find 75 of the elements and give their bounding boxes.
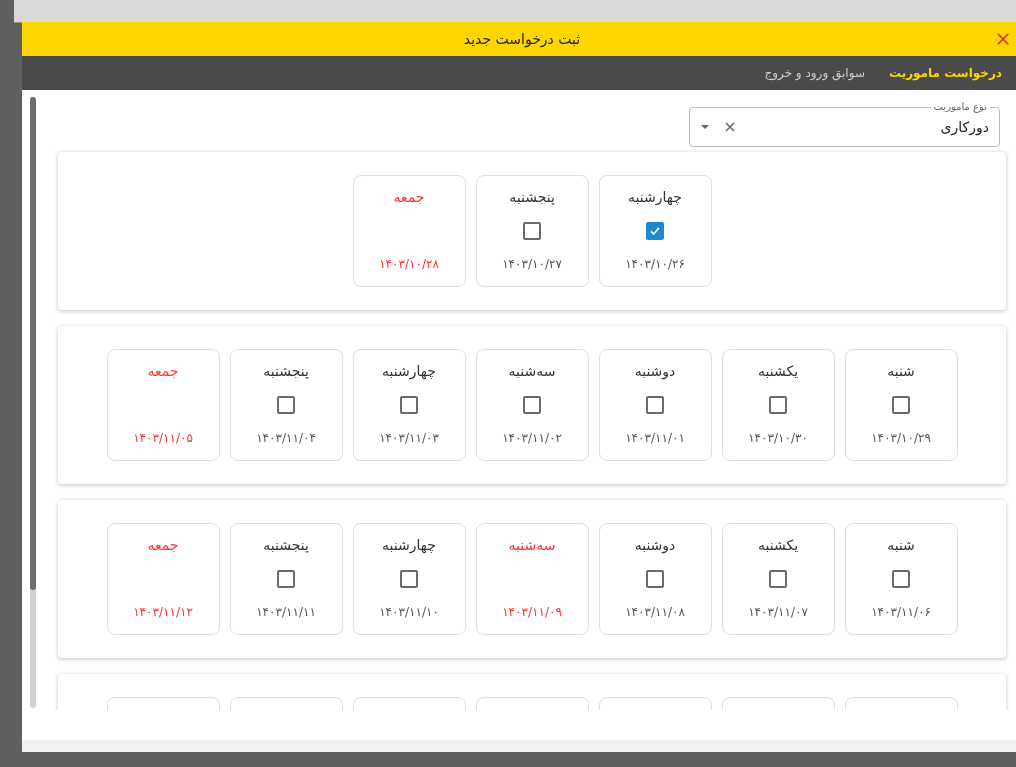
day-date: ۱۴۰۳/۱۰/۲۷ — [502, 256, 562, 272]
day-name: چهارشنبه — [382, 536, 436, 554]
tab[interactable]: درخواست ماموریت — [888, 66, 1002, 80]
field-value: دورکاری — [939, 119, 989, 135]
checkbox[interactable] — [523, 222, 541, 240]
day-date: ۱۴۰۳/۱۱/۱۱ — [256, 604, 316, 620]
scrollbar-thumb[interactable] — [30, 97, 36, 590]
day-tile[interactable]: شنبه ۱۴۰۳/۱۰/۲۹ — [844, 349, 958, 461]
day-name: شنبه — [887, 536, 915, 554]
day-tile[interactable]: پنجشنبه ۱۴۰۳/۱۱/۱۱ — [229, 523, 343, 635]
day-name: پنجشنبه — [263, 362, 309, 380]
day-tile[interactable]: جمعه ۱۴۰۳/۱۱/۰۵ — [106, 349, 220, 461]
day-tile[interactable]: چهارشنبه ۱۴۰۳/۱۱/۰۳ — [352, 349, 466, 461]
day-tile[interactable]: جمعه ۱۴۰۳/۱۰/۲۸ — [352, 175, 466, 287]
day-name: پنجشنبه — [263, 536, 309, 554]
day-date: ۱۴۰۳/۱۱/۰۸ — [625, 604, 685, 620]
day-date: ۱۴۰۳/۱۱/۰۲ — [502, 430, 562, 446]
day-tile[interactable]: سه‌شنبه ۱۴۰۳/۱۱/۰۲ — [475, 349, 589, 461]
day-tile[interactable]: سه‌شنبه ۱۴۰۳/۱۱/۰۹ — [475, 523, 589, 635]
day-tile[interactable]: چهارشنبه ۱۴۰۳/۱۱/۱۰ — [352, 523, 466, 635]
day-name: یکشنبه — [757, 536, 799, 554]
day-tile[interactable]: پنجشنبه ۱۴۰۳/۱۰/۲۷ — [475, 175, 589, 287]
day-date: ۱۴۰۳/۱۱/۰۳ — [379, 430, 439, 446]
day-name: دوشنبه — [634, 536, 676, 554]
checkbox[interactable] — [646, 222, 664, 240]
checkbox[interactable] — [769, 396, 787, 414]
day-date: ۱۴۰۳/۱۰/۲۹ — [871, 430, 931, 446]
checkbox[interactable] — [400, 570, 418, 588]
day-tile[interactable]: چهارشنبه ۱۴۰۳/۱۰/۲۶ — [598, 175, 712, 287]
day-date: ۱۴۰۳/۱۱/۰۹ — [502, 604, 562, 620]
caret-icon[interactable] — [700, 124, 710, 130]
mission-type-select[interactable]: نوع ماموریت دورکاری — [689, 99, 1000, 147]
day-date: ۱۴۰۳/۱۱/۰۵ — [133, 430, 193, 446]
day-date: ۱۴۰۳/۱۱/۱۰ — [379, 604, 439, 620]
day-tile[interactable]: یکشنبه ۱۴۰۳/۱۱/۰۷ — [721, 523, 835, 635]
day-name: پنجشنبه — [509, 188, 555, 206]
checkbox[interactable] — [523, 396, 541, 414]
clear-icon[interactable] — [724, 121, 736, 133]
day-date: ۱۴۰۳/۱۰/۲۶ — [625, 256, 685, 272]
day-tile[interactable]: جمعه ۱۴۰۳/۱۱/۱۲ — [106, 523, 220, 635]
day-name: یکشنبه — [757, 362, 799, 380]
close-icon[interactable] — [996, 32, 1010, 46]
day-name: دوشنبه — [634, 362, 676, 380]
day-name: جمعه — [393, 188, 425, 206]
day-date: ۱۴۰۳/۱۰/۲۸ — [379, 256, 439, 272]
day-name: شنبه — [887, 362, 915, 380]
checkbox[interactable] — [277, 396, 295, 414]
checkbox[interactable] — [892, 570, 910, 588]
day-tile[interactable]: دوشنبه ۱۴۰۳/۱۱/۰۸ — [598, 523, 712, 635]
checkbox[interactable] — [400, 396, 418, 414]
day-name: جمعه — [147, 362, 179, 380]
day-tile[interactable]: شنبه ۱۴۰۳/۱۱/۰۶ — [844, 523, 958, 635]
day-tile[interactable]: پنجشنبه ۱۴۰۳/۱۱/۰۴ — [229, 349, 343, 461]
checkbox[interactable] — [892, 396, 910, 414]
day-name: چهارشنبه — [628, 188, 682, 206]
day-date: ۱۴۰۳/۱۱/۱۲ — [133, 604, 193, 620]
day-date: ۱۴۰۳/۱۱/۰۷ — [748, 604, 808, 620]
day-date: ۱۴۰۳/۱۱/۰۴ — [256, 430, 316, 446]
tab[interactable]: سوابق ورود و خروج — [764, 66, 865, 80]
day-date: ۱۴۰۳/۱۱/۰۶ — [871, 604, 931, 620]
day-date: ۱۴۰۳/۱۱/۰۱ — [625, 430, 685, 446]
dialog-title: ثبت درخواست جدید — [463, 31, 581, 47]
day-name: سه‌شنبه — [508, 536, 556, 554]
checkbox[interactable] — [646, 570, 664, 588]
day-date: ۱۴۰۳/۱۰/۳۰ — [748, 430, 808, 446]
checkbox[interactable] — [769, 570, 787, 588]
checkbox[interactable] — [277, 570, 295, 588]
day-name: جمعه — [147, 536, 179, 554]
day-name: سه‌شنبه — [508, 362, 556, 380]
field-label: نوع ماموریت — [930, 100, 990, 113]
day-tile[interactable]: یکشنبه ۱۴۰۳/۱۰/۳۰ — [721, 349, 835, 461]
scrollbar[interactable] — [30, 97, 36, 708]
day-name: چهارشنبه — [382, 362, 436, 380]
day-tile[interactable]: دوشنبه ۱۴۰۳/۱۱/۰۱ — [598, 349, 712, 461]
checkbox[interactable] — [646, 396, 664, 414]
